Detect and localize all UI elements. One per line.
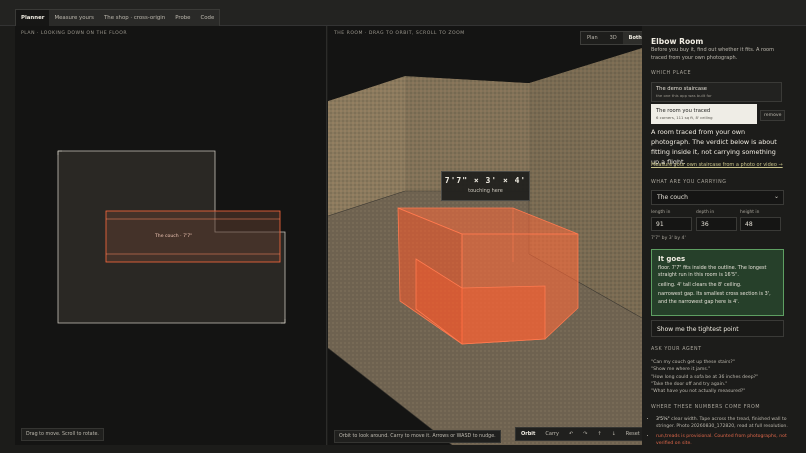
which-place-heading: Which place (651, 71, 692, 76)
provisional-value: run,treads (656, 433, 680, 439)
app-title: Elbow Room (651, 37, 704, 46)
sources-heading: Where these numbers come from (651, 405, 761, 410)
height-input[interactable]: 48 (740, 217, 781, 231)
item-select-value: The couch (657, 194, 688, 201)
orbit-button[interactable]: Orbit (516, 428, 540, 440)
item-select[interactable]: The couch ⌄ (651, 190, 784, 205)
plan-view[interactable]: Plan · looking down on the floor The cou… (15, 26, 327, 445)
place-option-traced[interactable]: The room you traced 6 corners, 111 sq ft… (651, 104, 757, 124)
source-value: 3'5⅝" (656, 417, 670, 422)
plan-hint: Drag to move. Scroll to rotate. (21, 428, 104, 441)
agent-prompt[interactable]: "What have you not actually measured?" (651, 388, 791, 395)
depth-input[interactable]: 36 (696, 217, 737, 231)
reset-button[interactable]: Reset (621, 428, 642, 440)
app-description: Before you buy it, find out whether it f… (651, 47, 774, 61)
source-item: run,treads is provisional. Counted from … (656, 433, 791, 448)
rotate-left-icon[interactable]: ↶ (564, 428, 578, 440)
top-bar: Planner Measure yours The shop · cross-o… (0, 0, 806, 26)
agent-prompt[interactable]: "How long could a sofa be at 36 inches d… (651, 374, 791, 381)
nudge-up-icon[interactable]: ↑ (592, 428, 606, 440)
place-option-demo[interactable]: The demo staircase the one this app was … (651, 82, 782, 102)
verdict-gap: narrowest gap. Its smallest cross sectio… (658, 291, 771, 305)
view-mode-plan[interactable]: Plan (581, 32, 604, 44)
tightest-point-button[interactable]: Show me the tightest point (651, 320, 784, 337)
room-3d-view[interactable]: The room · drag to orbit, scroll to zoom… (328, 26, 642, 445)
couch-footprint (105, 210, 281, 263)
verdict-title: It goes (658, 255, 686, 263)
room-summary: A room traced from your own photograph. … (651, 128, 777, 166)
length-input[interactable]: 91 (651, 217, 692, 231)
dimension-readout-box: 7'7" × 3' × 4' touching here (441, 171, 530, 201)
source-detail: clear width. Tape across the tread, fini… (656, 417, 788, 430)
place-option-subtitle: 6 corners, 111 sq ft, 8' ceiling (656, 115, 713, 120)
control-bar: Orbit Carry ↶ ↷ ↑ ↓ Reset (515, 427, 642, 441)
depth-label: depth in (696, 210, 715, 215)
main-tabs: Planner Measure yours The shop · cross-o… (15, 9, 221, 26)
nudge-down-icon[interactable]: ↓ (607, 428, 621, 440)
tab-measure-yours[interactable]: Measure yours (49, 10, 99, 26)
room-caption: The room · drag to orbit, scroll to zoom (334, 31, 465, 36)
place-option-subtitle: the one this app was built for (656, 93, 712, 98)
chevron-down-icon: ⌄ (773, 193, 779, 200)
agent-prompt[interactable]: "Show me where it jams." (651, 366, 791, 373)
tab-code[interactable]: Code (196, 10, 220, 26)
place-option-title: The demo staircase (656, 86, 707, 92)
length-label: length in (651, 210, 671, 215)
tab-planner[interactable]: Planner (16, 10, 50, 26)
agent-prompt[interactable]: "Can my couch get up these stairs?" (651, 359, 791, 366)
remove-button[interactable]: remove (760, 110, 786, 121)
couch-label: The couch · 7'7" (155, 234, 193, 239)
view-mode-3d[interactable]: 3D (604, 32, 623, 44)
verdict-card: It goes floor. 7'7" fits inside the outl… (651, 249, 784, 316)
tab-the-shop[interactable]: The shop · cross-origin (99, 10, 170, 26)
room-3d-canvas[interactable] (328, 26, 642, 445)
height-label: height in (740, 210, 760, 215)
agent-prompts: "Can my couch get up these stairs?" "Sho… (651, 359, 791, 395)
verdict-ceiling: ceiling. 4' tall clears the 8' ceiling. (658, 281, 742, 288)
verdict-floor: floor. 7'7" fits inside the outline. The… (658, 265, 767, 279)
view-mode-both[interactable]: Both (622, 32, 642, 44)
source-item: 3'5⅝" clear width. Tape across the tread… (656, 416, 791, 431)
side-panel: Elbow Room Before you buy it, find out w… (642, 26, 806, 453)
view-mode-toggle: Plan 3D Both (580, 31, 642, 45)
measure-staircase-link[interactable]: Measure your own staircase from a photo … (651, 162, 783, 168)
agent-heading: Ask your agent (651, 347, 702, 352)
carry-button[interactable]: Carry (540, 428, 564, 440)
tab-probe[interactable]: Probe (170, 10, 195, 26)
place-option-title: The room you traced (656, 108, 711, 114)
agent-prompt[interactable]: "Take the door off and try again." (651, 381, 791, 388)
rotate-right-icon[interactable]: ↷ (578, 428, 592, 440)
dimensions-note: 7'7" by 3' by 4' (651, 236, 686, 241)
touching-label: touching here (468, 188, 503, 194)
carrying-heading: What are you carrying (651, 180, 727, 185)
dimension-readout: 7'7" × 3' × 4' (444, 176, 527, 185)
sources-list: 3'5⅝" clear width. Tape across the tread… (656, 416, 791, 449)
room-hint: Orbit to look around. Carry to move it. … (334, 430, 501, 443)
